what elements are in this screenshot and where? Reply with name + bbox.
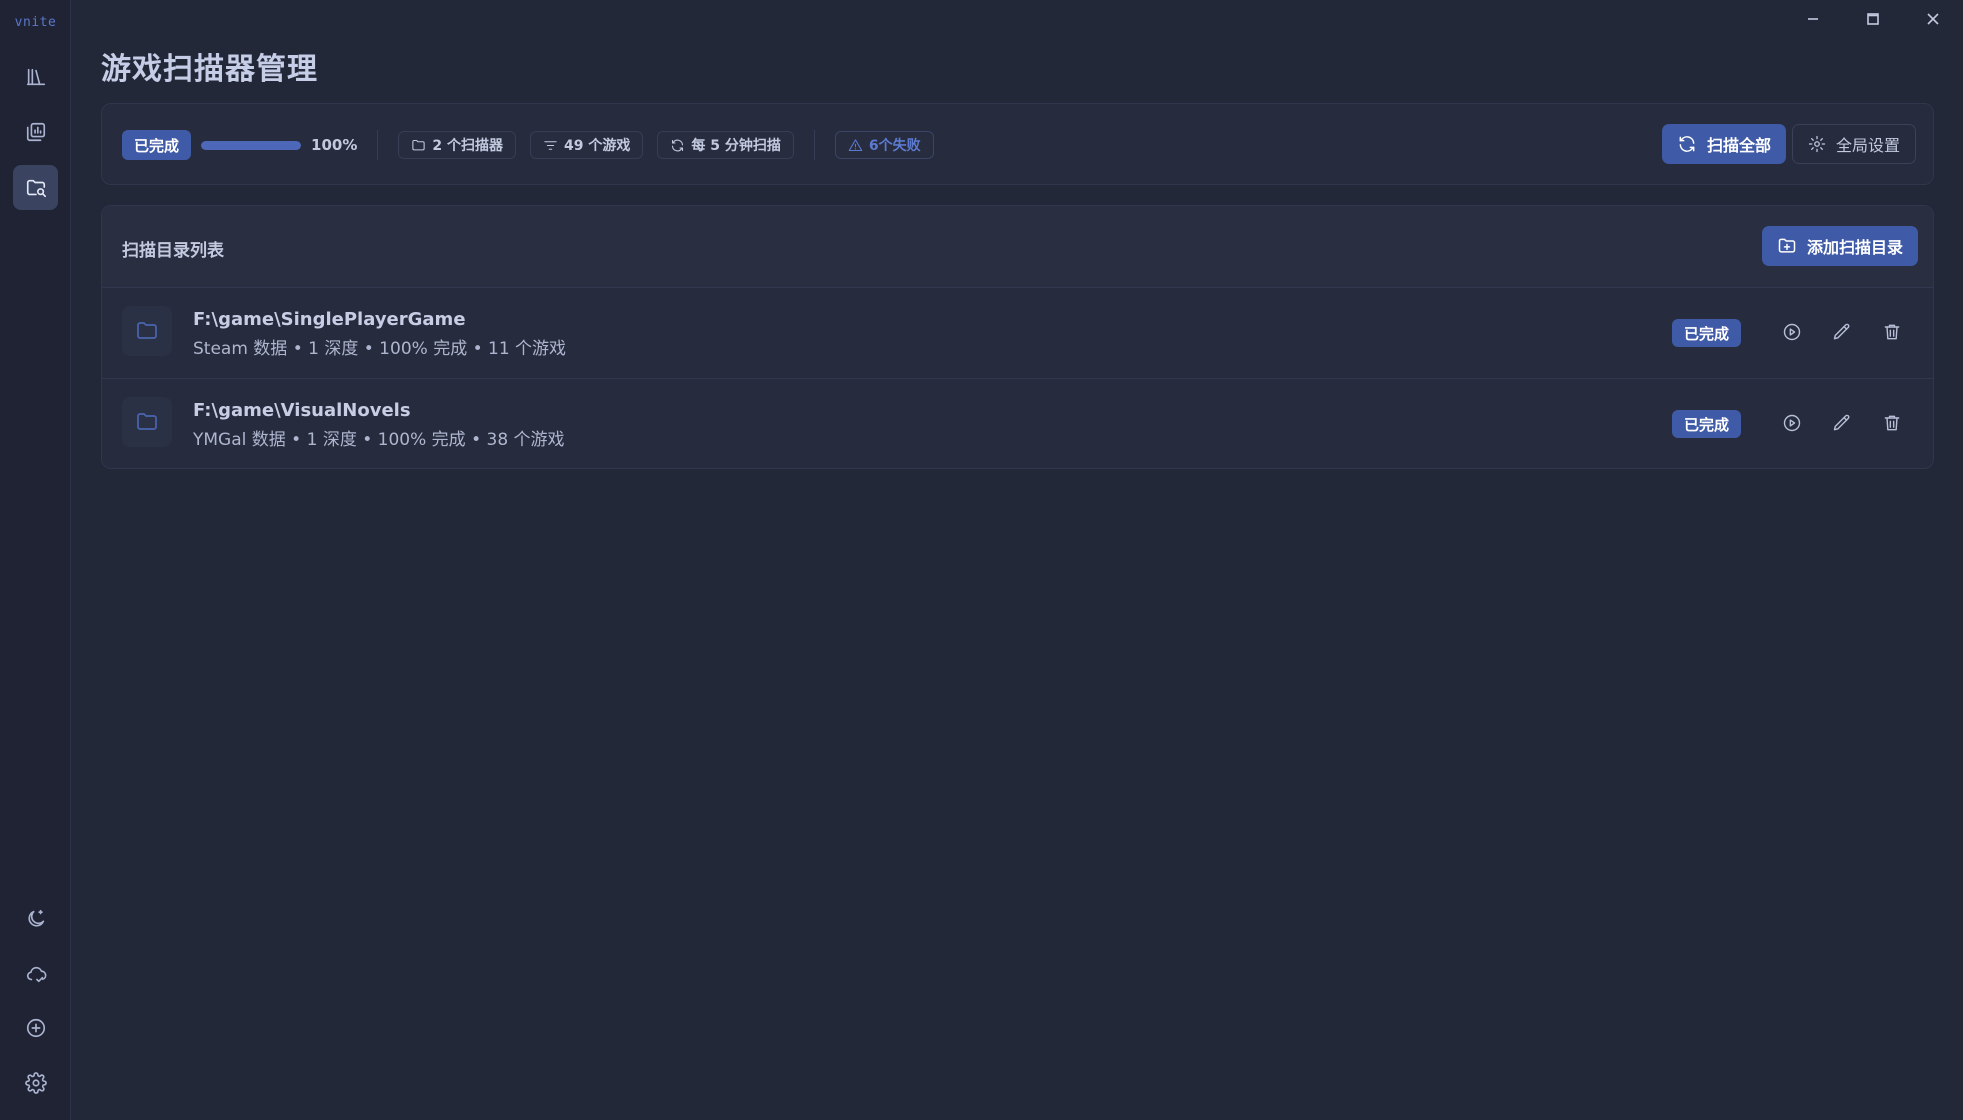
filter-icon	[544, 140, 557, 150]
play-circle-icon	[1783, 323, 1801, 341]
sidebar: vnite	[0, 0, 71, 1120]
refresh-icon	[672, 139, 684, 151]
settings-button[interactable]	[13, 1060, 58, 1105]
failures-label: 6个失败	[868, 138, 921, 154]
list-item: F:\game\SinglePlayerGame Steam 数据 • 1 深度…	[102, 288, 1933, 379]
failures-chip[interactable]: 6个失败	[834, 131, 934, 159]
warning-icon	[848, 138, 863, 151]
folder-thumbnail	[122, 306, 172, 356]
scan-interval-chip: 每 5 分钟扫描	[657, 131, 794, 159]
close-button[interactable]	[1903, 0, 1963, 38]
directory-path: F:\game\SinglePlayerGame	[193, 309, 466, 330]
minimize-button[interactable]	[1783, 0, 1843, 38]
maximize-button[interactable]	[1843, 0, 1903, 38]
folder-thumbnail	[122, 397, 172, 447]
delete-button[interactable]	[1875, 315, 1909, 349]
scan-progress-bar	[201, 140, 302, 150]
scanner-icon	[26, 179, 46, 197]
app-window: vnite 游戏扫描器管理 已完成 100% 2 个扫描器 49 个游戏 每 5…	[0, 0, 1963, 1120]
global-settings-button[interactable]: 全局设置	[1792, 124, 1917, 164]
minimize-icon	[1808, 18, 1818, 20]
games-count-chip: 49 个游戏	[529, 131, 644, 159]
scan-all-label: 扫描全部	[1707, 136, 1772, 155]
status-badge: 已完成	[1672, 319, 1742, 347]
run-scan-button[interactable]	[1775, 315, 1809, 349]
pencil-icon	[1833, 323, 1850, 340]
add-circle-icon	[26, 1018, 45, 1037]
scan-progress-fill	[201, 140, 302, 150]
scanners-count-chip: 2 个扫描器	[398, 131, 516, 159]
edit-button[interactable]	[1825, 406, 1859, 440]
theme-toggle[interactable]	[13, 896, 58, 941]
list-title: 扫描目录列表	[122, 241, 224, 261]
trash-icon	[1884, 324, 1900, 340]
scanners-count-label: 2 个扫描器	[432, 138, 503, 154]
scan-all-button[interactable]: 扫描全部	[1662, 124, 1787, 164]
trash-icon	[1884, 415, 1900, 431]
directory-meta: Steam 数据 • 1 深度 • 100% 完成 • 11 个游戏	[193, 339, 567, 359]
scan-directory-list: 扫描目录列表 添加扫描目录 F:\game\SinglePlayerGame S…	[101, 205, 1934, 469]
progress-percent: 100%	[311, 136, 358, 154]
library-icon	[26, 68, 45, 85]
divider	[377, 130, 379, 160]
refresh-icon	[1679, 136, 1695, 152]
moon-icon	[27, 909, 44, 927]
add-scan-directory-button[interactable]: 添加扫描目录	[1762, 226, 1919, 266]
add-scan-directory-label: 添加扫描目录	[1807, 238, 1904, 257]
folder-icon	[137, 322, 157, 339]
gear-icon	[1808, 135, 1826, 153]
stats-icon	[26, 122, 45, 141]
play-circle-icon	[1783, 414, 1801, 432]
list-header: 扫描目录列表 添加扫描目录	[102, 206, 1933, 288]
divider	[813, 130, 815, 160]
sidebar-item-scanner[interactable]	[13, 165, 58, 210]
cloud-sync-button[interactable]	[13, 951, 58, 996]
add-game-button[interactable]	[13, 1005, 58, 1050]
page-title: 游戏扫描器管理	[101, 52, 318, 87]
gear-icon	[24, 1071, 47, 1094]
folder-icon	[137, 413, 157, 430]
edit-button[interactable]	[1825, 315, 1859, 349]
directory-meta: YMGal 数据 • 1 深度 • 100% 完成 • 38 个游戏	[193, 430, 565, 450]
pencil-icon	[1833, 414, 1850, 431]
delete-button[interactable]	[1875, 406, 1909, 440]
folder-icon	[412, 139, 426, 150]
folder-plus-icon	[1778, 238, 1796, 253]
app-logo: vnite	[14, 15, 57, 30]
list-item: F:\game\VisualNovels YMGal 数据 • 1 深度 • 1…	[102, 379, 1933, 468]
status-badge: 已完成	[1672, 410, 1742, 438]
sidebar-item-stats[interactable]	[13, 109, 58, 154]
cloud-icon	[26, 966, 46, 982]
sidebar-item-library[interactable]	[13, 54, 58, 99]
maximize-icon	[1867, 13, 1879, 25]
global-settings-label: 全局设置	[1836, 136, 1901, 155]
scan-interval-label: 每 5 分钟扫描	[691, 138, 781, 154]
status-badge: 已完成	[122, 130, 192, 160]
close-icon	[1927, 13, 1939, 25]
run-scan-button[interactable]	[1775, 406, 1809, 440]
games-count-label: 49 个游戏	[563, 138, 631, 154]
scan-status-bar: 已完成 100% 2 个扫描器 49 个游戏 每 5 分钟扫描 6个失败 扫描全…	[101, 103, 1934, 185]
directory-path: F:\game\VisualNovels	[193, 400, 411, 421]
status-summary: 已完成 100% 2 个扫描器 49 个游戏 每 5 分钟扫描 6个失败	[122, 130, 948, 160]
